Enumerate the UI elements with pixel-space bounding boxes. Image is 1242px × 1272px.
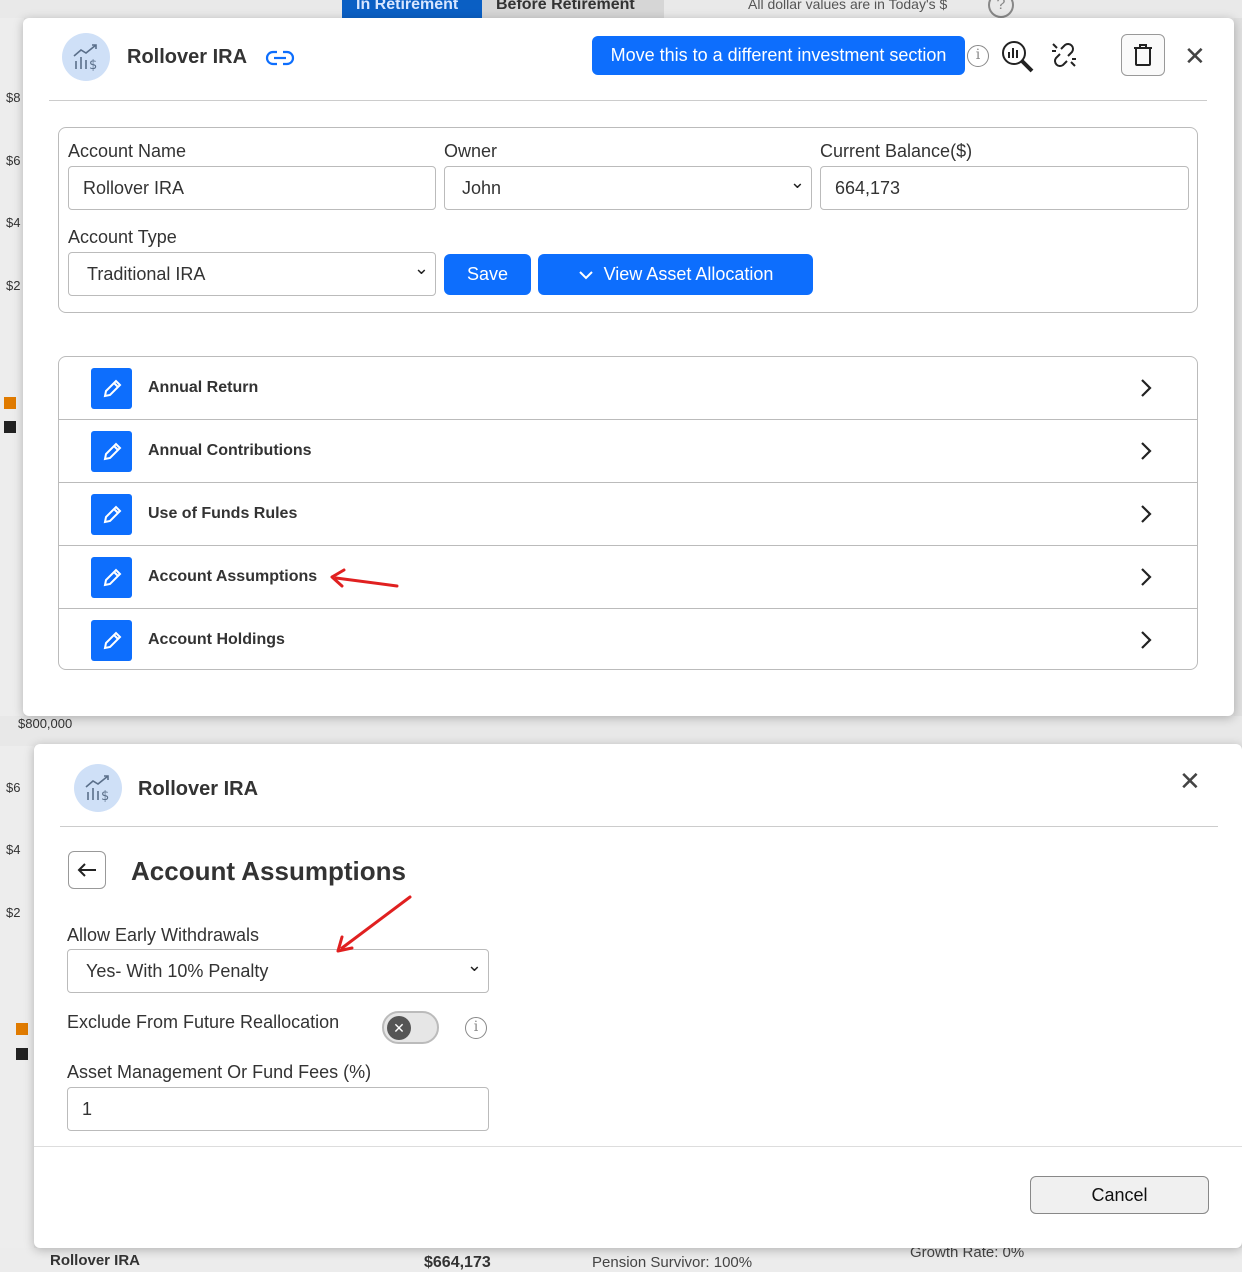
tab-in-retirement[interactable]: In Retirement <box>342 0 482 18</box>
chevron-right-icon <box>1139 377 1153 404</box>
list-item-label: Account Assumptions <box>148 568 318 585</box>
tab-before-retirement[interactable]: Before Retirement <box>482 0 664 18</box>
unlink-icon[interactable] <box>1049 40 1079 75</box>
footer-divider <box>34 1146 1242 1147</box>
magnify-chart-icon[interactable] <box>999 38 1035 79</box>
close-icon[interactable]: ✕ <box>1184 43 1206 69</box>
list-item-label: Annual Return <box>148 379 259 396</box>
early-withdrawals-label: Allow Early Withdrawals <box>67 925 260 945</box>
account-name-field[interactable]: Rollover IRA <box>68 166 436 210</box>
axis-label: $6 <box>6 780 21 795</box>
early-withdrawals-select[interactable]: Yes- With 10% Penalty <box>67 944 489 993</box>
chevron-right-icon <box>1139 566 1153 593</box>
toggle-off-icon: ✕ <box>387 1016 411 1040</box>
link-icon[interactable] <box>265 48 295 73</box>
settings-list: Annual Return Annual Contributions Use o… <box>58 356 1198 670</box>
background-account-amount: $664,173 <box>424 1254 491 1271</box>
close-icon[interactable]: ✕ <box>1179 768 1201 794</box>
chevron-right-icon <box>1139 503 1153 530</box>
pencil-icon <box>91 494 132 535</box>
owner-select-value: John <box>462 178 502 198</box>
pencil-icon <box>91 431 132 472</box>
background-account-name: Rollover IRA <box>50 1252 141 1269</box>
modal-title: Rollover IRA <box>138 778 259 800</box>
modal-title: Rollover IRA <box>127 46 248 68</box>
exclude-reallocation-label: Exclude From Future Reallocation <box>67 1012 340 1032</box>
cancel-button[interactable]: Cancel <box>1030 1176 1209 1214</box>
pencil-icon <box>91 620 132 661</box>
save-button[interactable]: Save <box>444 254 531 295</box>
chevron-right-icon <box>1139 440 1153 467</box>
account-type-label: Account Type <box>68 227 177 247</box>
back-button[interactable] <box>68 851 106 889</box>
axis-label: $2 <box>6 278 21 293</box>
axis-label: $6 <box>6 153 21 168</box>
background-pension-text: Pension Survivor: 100% <box>592 1254 753 1271</box>
account-assumptions-modal: $ Rollover IRA ✕ Account Assumptions All… <box>34 744 1242 1248</box>
exclude-reallocation-toggle[interactable]: ✕ <box>382 1011 439 1044</box>
list-item-use-of-funds-rules[interactable]: Use of Funds Rules <box>59 483 1197 546</box>
investment-chart-icon: $ <box>73 44 97 72</box>
background-left-strip <box>0 18 24 718</box>
background-mid-band <box>0 716 1242 746</box>
account-avatar: $ <box>62 33 110 81</box>
fees-label: Asset Management Or Fund Fees (%) <box>67 1062 372 1082</box>
investment-chart-icon: $ <box>85 775 109 803</box>
fees-field[interactable]: 1 <box>67 1087 489 1131</box>
list-item-label: Use of Funds Rules <box>148 505 298 522</box>
section-title: Account Assumptions <box>131 856 406 886</box>
view-asset-allocation-label: View Asset Allocation <box>603 264 774 284</box>
balance-label: Current Balance($) <box>820 141 973 161</box>
list-item-account-holdings[interactable]: Account Holdings <box>59 609 1197 669</box>
list-item-account-assumptions[interactable]: Account Assumptions <box>59 546 1197 609</box>
balance-field[interactable]: 664,173 <box>820 166 1189 210</box>
axis-label: $4 <box>6 215 21 230</box>
arrow-left-icon <box>77 863 96 877</box>
pencil-icon <box>91 368 132 409</box>
header-divider <box>60 826 1218 827</box>
background-left-strip-lower <box>0 746 34 1272</box>
legend-swatch <box>4 397 16 409</box>
owner-select[interactable]: John <box>444 161 812 210</box>
account-name-label: Account Name <box>68 141 187 161</box>
legend-swatch <box>16 1048 28 1060</box>
account-avatar: $ <box>74 764 122 812</box>
early-withdrawals-value: Yes- With 10% Penalty <box>86 961 269 981</box>
list-item-annual-contributions[interactable]: Annual Contributions <box>59 420 1197 483</box>
pencil-icon <box>91 557 132 598</box>
svg-text:$: $ <box>89 58 97 72</box>
currency-note: All dollar values are in Today's $ <box>748 0 948 12</box>
view-asset-allocation-button[interactable]: View Asset Allocation <box>538 254 813 295</box>
move-section-button[interactable]: Move this to a different investment sect… <box>592 36 965 75</box>
trash-icon <box>1134 44 1152 66</box>
list-item-label: Annual Contributions <box>148 442 312 459</box>
delete-button[interactable] <box>1121 34 1165 76</box>
account-edit-modal: $ Rollover IRA Move this to a different … <box>23 18 1234 716</box>
header-divider <box>49 100 1207 101</box>
account-type-select[interactable]: Traditional IRA <box>68 247 436 296</box>
chevron-down-icon <box>578 271 593 280</box>
chevron-right-icon <box>1139 629 1153 656</box>
list-item-annual-return[interactable]: Annual Return <box>59 357 1197 420</box>
info-icon[interactable]: i <box>465 1017 487 1039</box>
svg-text:$: $ <box>101 789 109 803</box>
list-item-label: Account Holdings <box>148 631 285 648</box>
owner-label: Owner <box>444 141 498 161</box>
legend-swatch <box>4 421 16 433</box>
background-right-strip <box>1234 18 1242 718</box>
account-form: Account Name Rollover IRA Owner John Cur… <box>58 127 1198 313</box>
account-type-select-value: Traditional IRA <box>87 264 206 284</box>
legend-swatch <box>16 1023 28 1035</box>
axis-label: $8 <box>6 90 21 105</box>
axis-label: $2 <box>6 905 21 920</box>
axis-label: $800,000 <box>18 716 73 731</box>
info-icon[interactable]: i <box>967 45 989 67</box>
axis-label: $4 <box>6 842 21 857</box>
